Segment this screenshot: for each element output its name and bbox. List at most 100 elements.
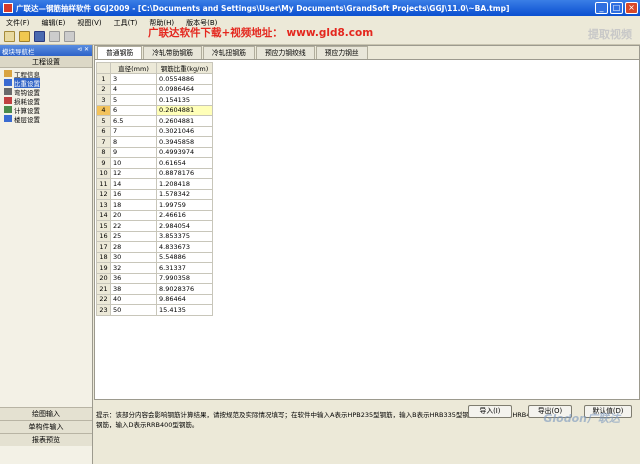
import-button[interactable]: 导入(I) [468, 405, 512, 418]
row-number-cell[interactable]: 19 [96, 262, 111, 274]
weight-cell[interactable]: 8.9028376 [156, 283, 213, 295]
table-row[interactable]: 6 7 0.3021046 [96, 125, 213, 137]
table-row[interactable]: 5 6.5 0.2604881 [96, 115, 213, 127]
table-row[interactable]: 20 36 7.990358 [96, 272, 213, 284]
weight-cell[interactable]: 0.3945858 [156, 136, 213, 148]
row-number-cell[interactable]: 22 [96, 293, 111, 305]
diameter-cell[interactable]: 16 [110, 188, 157, 200]
diameter-cell[interactable]: 5 [110, 94, 157, 106]
tab-prestressed-strand[interactable]: 预应力钢绞线 [255, 46, 315, 59]
table-row[interactable]: 3 5 0.154135 [96, 94, 213, 106]
diameter-cell[interactable]: 6 [110, 104, 157, 116]
weight-cell[interactable]: 5.54886 [156, 251, 213, 263]
diameter-cell[interactable]: 14 [110, 178, 157, 190]
row-number-cell[interactable]: 2 [96, 83, 111, 95]
row-number-cell[interactable]: 23 [96, 304, 111, 316]
table-row[interactable]: 10 12 0.8878176 [96, 167, 213, 179]
diameter-cell[interactable]: 36 [110, 272, 157, 284]
diameter-cell[interactable]: 18 [110, 199, 157, 211]
row-number-cell[interactable]: 8 [96, 146, 111, 158]
table-row[interactable]: 1 3 0.0554886 [96, 73, 213, 85]
weight-cell[interactable]: 0.0554886 [156, 73, 213, 85]
table-row[interactable]: 8 9 0.4993974 [96, 146, 213, 158]
row-number-cell[interactable]: 15 [96, 220, 111, 232]
diameter-cell[interactable]: 30 [110, 251, 157, 263]
row-number-cell[interactable]: 16 [96, 230, 111, 242]
diameter-cell[interactable]: 50 [110, 304, 157, 316]
diameter-cell[interactable]: 6.5 [110, 115, 157, 127]
minimize-icon[interactable]: _ [595, 2, 608, 14]
tab-cold-rolled-ribbed[interactable]: 冷轧带肋钢筋 [143, 46, 202, 59]
weight-cell[interactable]: 6.31337 [156, 262, 213, 274]
drawing-input-button[interactable]: 绘图输入 [0, 407, 92, 420]
menu-edit[interactable]: 编辑(E) [42, 18, 66, 28]
weight-cell[interactable]: 3.853375 [156, 230, 213, 242]
weight-cell[interactable]: 9.86464 [156, 293, 213, 305]
row-number-cell[interactable]: 20 [96, 272, 111, 284]
weight-cell[interactable]: 2.46616 [156, 209, 213, 221]
tab-cold-rolled-twisted[interactable]: 冷轧扭钢筋 [202, 46, 255, 59]
menu-tools[interactable]: 工具(T) [114, 18, 138, 28]
weight-cell[interactable]: 1.208418 [156, 178, 213, 190]
weight-cell[interactable]: 0.4993974 [156, 146, 213, 158]
weight-cell[interactable]: 7.990358 [156, 272, 213, 284]
table-row[interactable]: 12 16 1.578342 [96, 188, 213, 200]
new-file-icon[interactable] [4, 31, 15, 42]
table-row[interactable]: 18 30 5.54886 [96, 251, 213, 263]
weight-cell[interactable]: 0.154135 [156, 94, 213, 106]
diameter-cell[interactable]: 28 [110, 241, 157, 253]
save-icon[interactable] [34, 31, 45, 42]
row-number-cell[interactable]: 21 [96, 283, 111, 295]
row-number-cell[interactable]: 14 [96, 209, 111, 221]
weight-cell[interactable]: 0.0986464 [156, 83, 213, 95]
menu-view[interactable]: 视图(V) [77, 18, 101, 28]
weight-cell[interactable]: 0.2604881 [156, 104, 213, 116]
diameter-cell[interactable]: 20 [110, 209, 157, 221]
single-component-input-button[interactable]: 单构件输入 [0, 420, 92, 433]
table-row[interactable]: 9 10 0.61654 [96, 157, 213, 169]
weight-cell[interactable]: 4.833673 [156, 241, 213, 253]
row-number-cell[interactable]: 4 [96, 104, 111, 116]
table-row[interactable]: 15 22 2.984054 [96, 220, 213, 232]
undo-icon[interactable] [49, 31, 60, 42]
diameter-cell[interactable]: 8 [110, 136, 157, 148]
weight-cell[interactable]: 0.3021046 [156, 125, 213, 137]
diameter-cell[interactable]: 7 [110, 125, 157, 137]
row-number-cell[interactable]: 12 [96, 188, 111, 200]
row-number-cell[interactable]: 5 [96, 115, 111, 127]
row-number-cell[interactable]: 6 [96, 125, 111, 137]
table-row[interactable]: 22 40 9.86464 [96, 293, 213, 305]
row-number-cell[interactable]: 17 [96, 241, 111, 253]
row-number-cell[interactable]: 3 [96, 94, 111, 106]
weight-cell[interactable]: 0.61654 [156, 157, 213, 169]
row-number-cell[interactable]: 11 [96, 178, 111, 190]
table-row[interactable]: 2 4 0.0986464 [96, 83, 213, 95]
report-preview-button[interactable]: 报表预览 [0, 433, 92, 446]
table-row[interactable]: 4 6 0.2604881 [96, 104, 213, 116]
diameter-cell[interactable]: 32 [110, 262, 157, 274]
redo-icon[interactable] [64, 31, 75, 42]
weight-cell[interactable]: 15.4135 [156, 304, 213, 316]
sidebar-item-floor-settings[interactable]: 楼层设置 [0, 114, 92, 124]
row-number-cell[interactable]: 13 [96, 199, 111, 211]
diameter-cell[interactable]: 10 [110, 157, 157, 169]
row-number-cell[interactable]: 1 [96, 73, 111, 85]
weight-cell[interactable]: 0.2604881 [156, 115, 213, 127]
diameter-cell[interactable]: 22 [110, 220, 157, 232]
row-number-cell[interactable]: 9 [96, 157, 111, 169]
sidebar-section-project-settings[interactable]: 工程设置 [0, 56, 92, 68]
row-number-cell[interactable]: 18 [96, 251, 111, 263]
weight-cell[interactable]: 1.99759 [156, 199, 213, 211]
table-row[interactable]: 23 50 15.4135 [96, 304, 213, 316]
tab-prestressed-wire[interactable]: 预应力钢丝 [315, 46, 368, 59]
diameter-cell[interactable]: 12 [110, 167, 157, 179]
table-row[interactable]: 21 38 8.9028376 [96, 283, 213, 295]
diameter-cell[interactable]: 4 [110, 83, 157, 95]
pin-close-icon[interactable]: ⊲ ✕ [77, 46, 89, 53]
close-icon[interactable]: × [625, 2, 638, 14]
tab-ordinary-rebar[interactable]: 普通钢筋 [97, 46, 143, 59]
menu-file[interactable]: 文件(F) [6, 18, 30, 28]
row-number-cell[interactable]: 10 [96, 167, 111, 179]
table-row[interactable]: 11 14 1.208418 [96, 178, 213, 190]
diameter-cell[interactable]: 38 [110, 283, 157, 295]
